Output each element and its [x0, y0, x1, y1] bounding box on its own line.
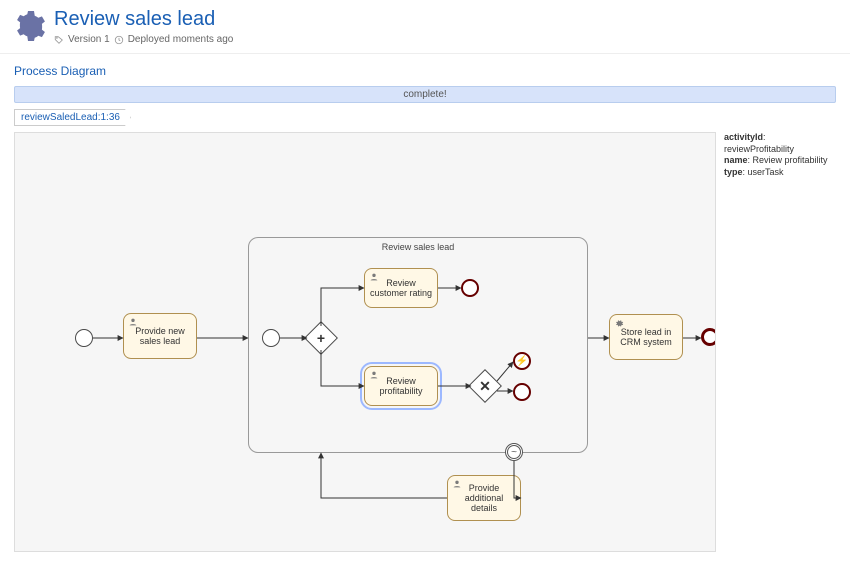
prop-key: type — [724, 167, 743, 177]
prop-value: reviewProfitability — [724, 144, 794, 154]
version-label: Version 1 — [68, 34, 110, 45]
clock-icon — [114, 35, 124, 45]
end-event-icon[interactable] — [461, 279, 479, 297]
task-store-lead-crm[interactable]: Store lead in CRM system — [609, 314, 683, 360]
boundary-event-icon[interactable] — [505, 443, 523, 461]
page-header: Review sales lead Version 1 Deployed mom… — [0, 0, 850, 54]
section-title: Process Diagram — [0, 54, 850, 84]
prop-value: userTask — [748, 167, 784, 177]
task-label: Store lead in CRM system — [614, 327, 678, 347]
start-event-icon[interactable] — [262, 329, 280, 347]
deployed-label: Deployed moments ago — [128, 34, 234, 45]
start-event-icon[interactable] — [75, 329, 93, 347]
tag-icon — [54, 35, 64, 45]
task-label: Provide new sales lead — [128, 326, 192, 346]
breadcrumb-item[interactable]: reviewSaledLead:1:36 — [14, 109, 131, 126]
user-icon — [128, 317, 138, 327]
end-event-icon[interactable] — [513, 383, 531, 401]
task-provide-additional-details[interactable]: Provide additional details — [447, 475, 521, 521]
user-icon — [369, 370, 379, 380]
prop-key: activityId — [724, 132, 763, 142]
prop-value: Review profitability — [753, 155, 828, 165]
properties-panel: activityId: reviewProfitability name: Re… — [724, 132, 836, 552]
service-icon — [614, 318, 624, 328]
terminate-end-event-icon[interactable] — [701, 328, 716, 346]
task-review-customer-rating[interactable]: Review customer rating — [364, 268, 438, 308]
user-icon — [452, 479, 462, 489]
error-end-event-icon[interactable] — [513, 352, 531, 370]
prop-key: name — [724, 155, 748, 165]
user-icon — [369, 272, 379, 282]
breadcrumb: reviewSaledLead:1:36 — [14, 109, 836, 126]
gear-icon — [10, 8, 46, 44]
status-bar: complete! — [14, 86, 836, 103]
subprocess-title: Review sales lead — [249, 242, 587, 252]
task-review-profitability[interactable]: Review profitability — [364, 366, 438, 406]
diagram-canvas[interactable]: Review sales lead Provide new sales lead… — [14, 132, 716, 552]
page-title: Review sales lead — [54, 8, 233, 31]
task-provide-new-sales-lead[interactable]: Provide new sales lead — [123, 313, 197, 359]
